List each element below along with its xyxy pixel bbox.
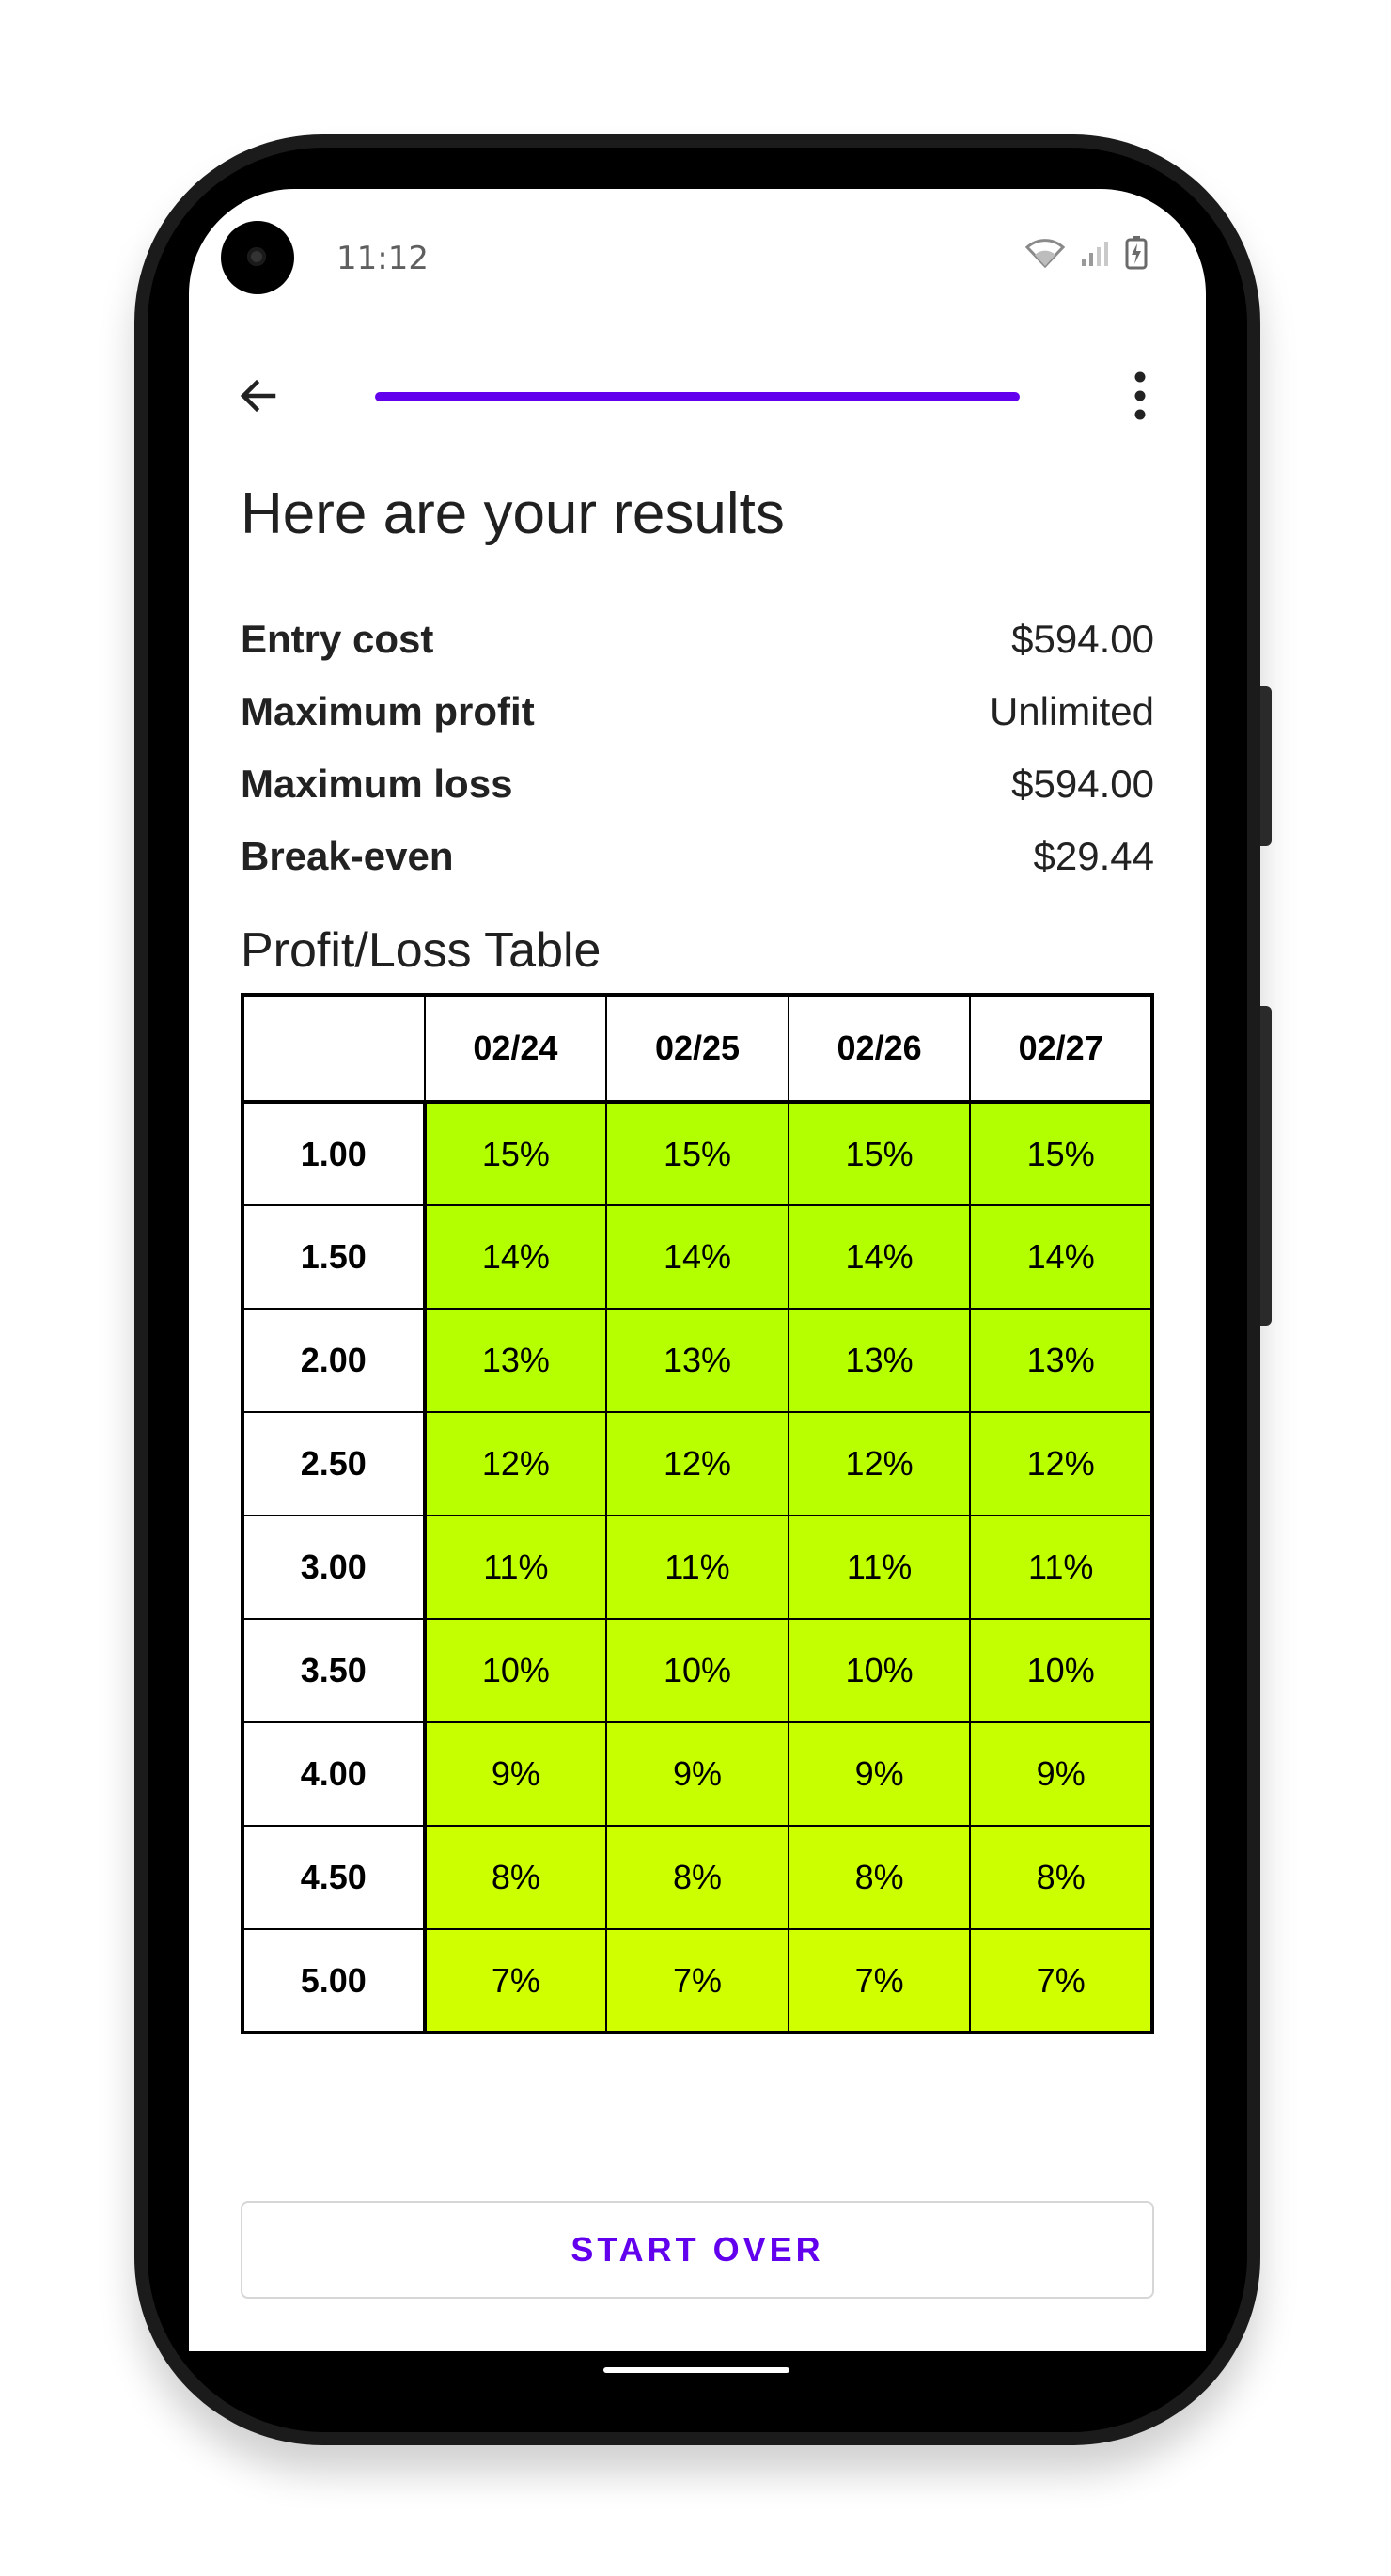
profit-loss-cell: 14% xyxy=(423,1204,608,1310)
row-header-price: 1.50 xyxy=(242,1204,427,1310)
status-time: 11:12 xyxy=(336,240,429,277)
summary-value: $594.00 xyxy=(1011,616,1154,661)
profit-loss-cell: 13% xyxy=(969,1308,1153,1413)
table-row: 1.00 15% 15% 15% 15% xyxy=(242,1101,1153,1206)
power-button xyxy=(1260,1006,1272,1326)
row-header-price: 2.50 xyxy=(242,1411,427,1516)
profit-loss-cell: 12% xyxy=(969,1411,1153,1516)
profit-loss-cell: 7% xyxy=(969,1928,1153,2034)
profit-loss-cell: 9% xyxy=(787,1721,972,1827)
screen: 11:12 Here are your results Entry cost $… xyxy=(189,189,1206,2351)
table-row: 3.00 11% 11% 11% 11% xyxy=(242,1515,1153,1620)
profit-loss-cell: 8% xyxy=(969,1825,1153,1930)
step-progress-bar xyxy=(375,392,1020,401)
profit-loss-cell: 15% xyxy=(423,1101,608,1206)
profit-loss-cell: 9% xyxy=(423,1721,608,1827)
profit-loss-cell: 10% xyxy=(969,1618,1153,1723)
column-header-date: 02/27 xyxy=(969,994,1153,1104)
profit-loss-cell: 11% xyxy=(423,1515,608,1620)
profit-loss-cell: 7% xyxy=(787,1928,972,2034)
profit-loss-cell: 13% xyxy=(423,1308,608,1413)
table-row: 3.50 10% 10% 10% 10% xyxy=(242,1618,1153,1723)
row-header-price: 4.00 xyxy=(242,1721,427,1827)
profit-loss-cell: 14% xyxy=(605,1204,789,1310)
table-header-row: 02/24 02/25 02/26 02/27 xyxy=(242,994,1153,1104)
profit-loss-cell: 15% xyxy=(605,1101,789,1206)
profit-loss-cell: 14% xyxy=(787,1204,972,1310)
profit-loss-cell: 13% xyxy=(605,1308,789,1413)
profit-loss-cell: 8% xyxy=(605,1825,789,1930)
row-header-price: 3.50 xyxy=(242,1618,427,1723)
step-progress-fill xyxy=(375,392,1020,401)
table-row: 2.00 13% 13% 13% 13% xyxy=(242,1308,1153,1413)
profit-loss-cell: 9% xyxy=(605,1721,789,1827)
summary-row: Maximum loss $594.00 xyxy=(241,747,1154,820)
front-camera xyxy=(221,221,294,294)
profit-loss-cell: 13% xyxy=(787,1308,972,1413)
profit-loss-cell: 8% xyxy=(423,1825,608,1930)
cell-signal-icon xyxy=(1082,242,1108,266)
table-row: 1.50 14% 14% 14% 14% xyxy=(242,1204,1153,1310)
row-header-price: 5.00 xyxy=(242,1928,427,2034)
summary-label: Maximum profit xyxy=(241,688,535,733)
table-corner-cell xyxy=(242,994,426,1104)
battery-charging-icon xyxy=(1125,236,1148,270)
table-row: 2.50 12% 12% 12% 12% xyxy=(242,1411,1153,1516)
row-header-price: 3.00 xyxy=(242,1515,427,1620)
profit-loss-cell: 11% xyxy=(605,1515,789,1620)
summary-label: Entry cost xyxy=(241,616,434,661)
more-vertical-icon xyxy=(1134,371,1146,420)
arrow-back-icon xyxy=(240,379,276,413)
profit-loss-cell: 8% xyxy=(787,1825,972,1930)
summary-value: $29.44 xyxy=(1033,833,1154,878)
summary-row: Maximum profit Unlimited xyxy=(241,675,1154,747)
overflow-menu-button[interactable] xyxy=(1112,368,1168,424)
page-title: Here are your results xyxy=(241,481,785,546)
profit-loss-cell: 15% xyxy=(787,1101,972,1206)
profit-loss-cell: 9% xyxy=(969,1721,1153,1827)
back-button[interactable] xyxy=(230,368,287,424)
profit-loss-cell: 14% xyxy=(969,1204,1153,1310)
summary-row: Break-even $29.44 xyxy=(241,820,1154,892)
profit-loss-table: 02/24 02/25 02/26 02/27 1.00 15% 15% 15% 15% 1.5… xyxy=(241,993,1154,2034)
profit-loss-cell: 11% xyxy=(969,1515,1153,1620)
wifi-icon xyxy=(1025,239,1065,268)
profit-loss-cell: 10% xyxy=(423,1618,608,1723)
results-summary: Entry cost $594.00 Maximum profit Unlimited… xyxy=(241,603,1154,892)
profit-loss-cell: 12% xyxy=(605,1411,789,1516)
summary-label: Maximum loss xyxy=(241,761,513,806)
profit-loss-cell: 10% xyxy=(787,1618,972,1723)
summary-label: Break-even xyxy=(241,833,454,878)
profit-loss-cell: 10% xyxy=(605,1618,789,1723)
profit-loss-cell: 11% xyxy=(787,1515,972,1620)
status-icons xyxy=(1025,236,1148,270)
table-row: 4.00 9% 9% 9% 9% xyxy=(242,1721,1153,1827)
home-indicator[interactable] xyxy=(603,2367,789,2373)
profit-loss-cell: 7% xyxy=(423,1928,608,2034)
summary-row: Entry cost $594.00 xyxy=(241,603,1154,675)
summary-value: $594.00 xyxy=(1011,761,1154,806)
column-header-date: 02/24 xyxy=(423,994,608,1104)
table-row: 4.50 8% 8% 8% 8% xyxy=(242,1825,1153,1930)
profit-loss-cell: 15% xyxy=(969,1101,1153,1206)
row-header-price: 1.00 xyxy=(242,1101,427,1206)
row-header-price: 2.00 xyxy=(242,1308,427,1413)
start-over-button[interactable]: START OVER xyxy=(241,2201,1154,2299)
row-header-price: 4.50 xyxy=(242,1825,427,1930)
profit-loss-cell: 12% xyxy=(787,1411,972,1516)
table-title: Profit/Loss Table xyxy=(241,923,602,978)
column-header-date: 02/25 xyxy=(605,994,789,1104)
volume-button xyxy=(1260,686,1272,846)
summary-value: Unlimited xyxy=(989,688,1154,733)
profit-loss-cell: 12% xyxy=(423,1411,608,1516)
profit-loss-cell: 7% xyxy=(605,1928,789,2034)
table-row: 5.00 7% 7% 7% 7% xyxy=(242,1928,1153,2034)
column-header-date: 02/26 xyxy=(787,994,972,1104)
